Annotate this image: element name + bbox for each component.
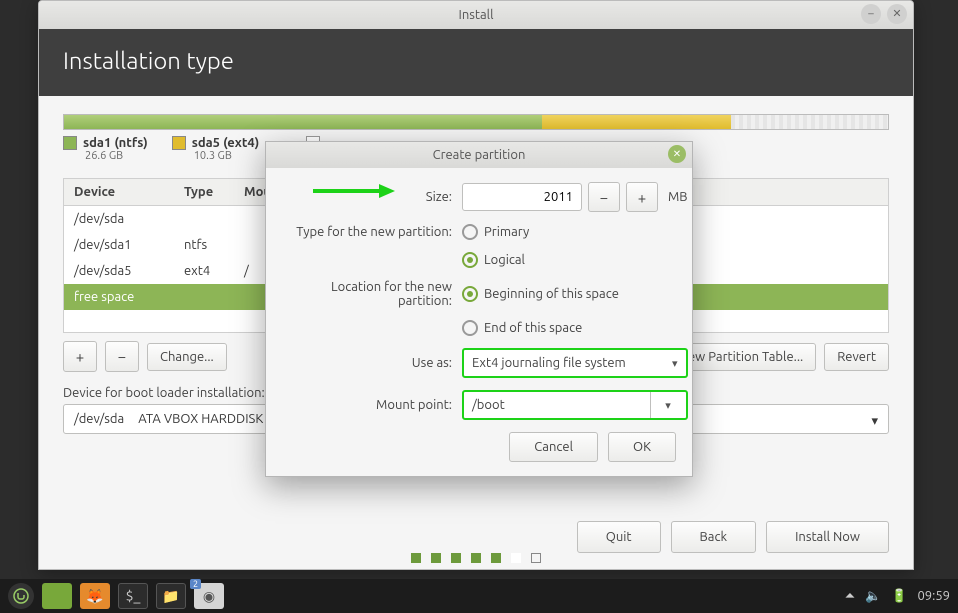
dialog-close-button[interactable]: ✕	[668, 145, 686, 163]
legend-sda1-size: 26.6 GB	[85, 150, 148, 162]
back-button[interactable]: Back	[671, 521, 757, 553]
window-title: Install	[459, 8, 494, 22]
chevron-down-icon: ▾	[871, 414, 878, 429]
radio-icon	[462, 224, 478, 240]
create-partition-dialog: Create partition ✕ Size: − + MB Type for…	[265, 141, 693, 477]
clock[interactable]: 09:59	[917, 589, 950, 603]
legend-sda5-name: sda5 (ext4)	[192, 136, 260, 150]
chevron-down-icon: ▾	[665, 399, 671, 412]
radio-icon-checked	[462, 252, 478, 268]
disk-usage-bar	[63, 114, 889, 130]
remove-partition-button[interactable]: −	[105, 341, 139, 372]
col-device[interactable]: Device	[64, 179, 174, 205]
page-title: Installation type	[39, 29, 913, 96]
use-as-select[interactable]: Ext4 journaling file system ▾	[462, 348, 688, 378]
radio-icon-checked	[462, 286, 478, 302]
change-partition-button[interactable]: Change...	[147, 343, 227, 371]
legend-sda5-size: 10.3 GB	[194, 150, 260, 162]
location-label: Location for the new partition:	[282, 280, 462, 308]
swatch-ext4	[172, 136, 186, 150]
page-indicator	[411, 553, 541, 563]
radio-end[interactable]: End of this space	[462, 320, 688, 336]
dialog-cancel-button[interactable]: Cancel	[509, 432, 598, 462]
taskbar-firefox[interactable]: 🦊	[80, 583, 110, 609]
size-decrement-button[interactable]: −	[588, 182, 620, 212]
use-as-label: Use as:	[282, 356, 462, 370]
size-input[interactable]	[462, 183, 582, 211]
radio-primary[interactable]: Primary	[462, 224, 688, 240]
taskbar-show-desktop[interactable]	[42, 583, 72, 609]
add-partition-button[interactable]: +	[63, 341, 97, 372]
dialog-ok-button[interactable]: OK	[608, 432, 676, 462]
radio-icon	[462, 320, 478, 336]
taskbar: 🦊 $_ 📁 ◉2 ⏶ 🔈 🔋 09:59	[0, 579, 958, 613]
step-dot	[471, 553, 481, 563]
close-button[interactable]: ✕	[887, 4, 907, 24]
minimize-button[interactable]: –	[861, 4, 881, 24]
taskbar-files[interactable]: 📁	[156, 583, 186, 609]
radio-beginning[interactable]: Beginning of this space	[462, 286, 688, 302]
volume-icon[interactable]: 🔈	[865, 589, 881, 604]
mint-logo-icon	[13, 588, 29, 604]
install-now-button[interactable]: Install Now	[766, 521, 889, 553]
size-unit: MB	[668, 190, 688, 204]
size-increment-button[interactable]: +	[626, 182, 658, 212]
battery-icon[interactable]: 🔋	[891, 589, 907, 604]
radio-logical[interactable]: Logical	[462, 252, 688, 268]
network-icon[interactable]: ⏶	[845, 589, 855, 604]
type-label: Type for the new partition:	[282, 225, 462, 239]
step-dot	[411, 553, 421, 563]
taskbar-terminal[interactable]: $_	[118, 583, 148, 609]
disk-segment-free[interactable]	[731, 115, 888, 129]
start-menu-button[interactable]	[8, 583, 34, 609]
wizard-footer: Quit Back Install Now	[577, 521, 889, 553]
dialog-title: Create partition ✕	[266, 142, 692, 168]
taskbar-installer[interactable]: ◉2	[194, 583, 224, 609]
chevron-down-icon: ▾	[672, 357, 678, 370]
mount-point-select[interactable]: /boot ▾	[462, 390, 688, 420]
step-dot	[431, 553, 441, 563]
legend-sda1-name: sda1 (ntfs)	[83, 136, 148, 150]
system-tray: ⏶ 🔈 🔋 09:59	[845, 589, 950, 604]
swatch-ntfs	[63, 136, 77, 150]
size-label: Size:	[282, 190, 462, 204]
disk-segment-sda5[interactable]	[542, 115, 732, 129]
step-dot-current	[511, 553, 521, 563]
disk-segment-sda1[interactable]	[64, 115, 542, 129]
step-dot	[451, 553, 461, 563]
col-type[interactable]: Type	[174, 179, 234, 205]
revert-button[interactable]: Revert	[824, 343, 889, 371]
mount-point-label: Mount point:	[282, 398, 462, 412]
quit-button[interactable]: Quit	[577, 521, 661, 553]
titlebar: Install – ✕	[39, 1, 913, 29]
step-dot	[491, 553, 501, 563]
step-dot	[531, 553, 541, 563]
